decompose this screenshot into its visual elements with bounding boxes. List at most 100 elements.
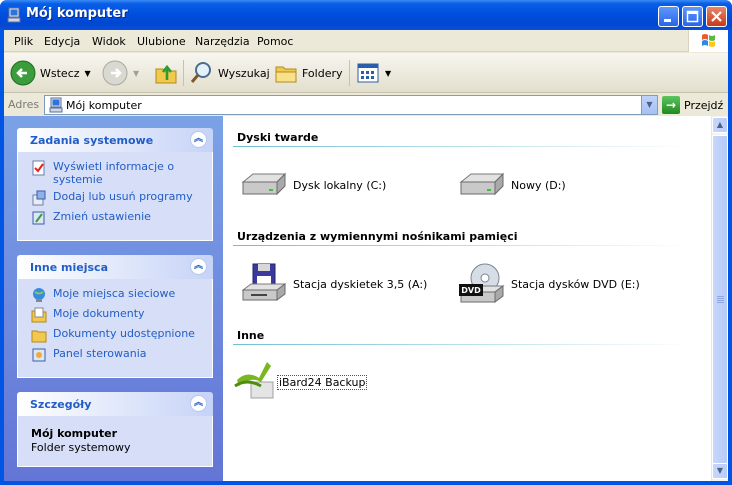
menu-plik[interactable]: Plik xyxy=(14,35,33,48)
my-computer-icon xyxy=(7,7,21,23)
go-label: Przejdź xyxy=(684,98,724,112)
network-places-icon xyxy=(33,288,45,302)
details-name: Mój komputer xyxy=(31,427,117,440)
drive-d-label: Nowy (D:) xyxy=(511,178,566,192)
collapse-icon[interactable]: ︽ xyxy=(190,258,207,275)
back-label: Wstecz xyxy=(40,66,80,80)
windows-flag-icon xyxy=(702,34,715,47)
content-area: Dyski twarde Dysk lokalny (C:) Nowy (D:)… xyxy=(223,116,711,481)
task-add-remove-programs-label: Dodaj lub usuń programy xyxy=(53,190,193,203)
minimize-button[interactable] xyxy=(658,6,679,27)
scroll-up-icon[interactable]: ▲ xyxy=(712,117,728,133)
place-shared-documents-label: Dokumenty udostępnione xyxy=(53,327,195,340)
my-computer-small-icon xyxy=(49,97,63,113)
system-tasks-header[interactable]: Zadania systemowe ︽ xyxy=(17,128,213,152)
other-places-body: Moje miejsca sieciowe Moje dokumenty Dok… xyxy=(17,279,213,378)
folders-icon xyxy=(275,66,297,83)
forward-button[interactable]: ▼ xyxy=(102,58,139,88)
minimize-icon xyxy=(664,19,671,22)
place-network-places-label: Moje miejsca sieciowe xyxy=(53,287,176,300)
details-title: Szczegóły xyxy=(30,398,92,411)
forward-arrow-icon xyxy=(102,60,128,86)
back-button[interactable]: Wstecz ▼ xyxy=(10,58,91,88)
search-button[interactable]: Wyszukaj xyxy=(190,58,270,88)
search-label: Wyszukaj xyxy=(218,66,270,80)
collapse-icon[interactable]: ︽ xyxy=(190,131,207,148)
other-places-header[interactable]: Inne miejsca ︽ xyxy=(17,255,213,279)
collapse-icon[interactable]: ︽ xyxy=(190,395,207,412)
address-dropdown-icon[interactable]: ▼ xyxy=(641,96,657,114)
other-places-title: Inne miejsca xyxy=(30,261,108,274)
go-arrow-icon: → xyxy=(662,96,680,114)
window-title: Mój komputer xyxy=(26,6,128,21)
dvd-drive-icon: DVD xyxy=(459,263,505,303)
windows-logo xyxy=(688,30,728,52)
drive-a-label: Stacja dyskietek 3,5 (A:) xyxy=(293,277,428,291)
drive-d[interactable]: Nowy (D:) xyxy=(457,168,566,202)
place-shared-documents[interactable]: Dokumenty udostępnione xyxy=(31,327,204,343)
details-header[interactable]: Szczegóły ︽ xyxy=(17,392,213,416)
toolbar: Wstecz ▼ ▼ Wyszukaj Foldery ▼ xyxy=(4,53,728,93)
menu-ulubione[interactable]: Ulubione xyxy=(137,35,186,48)
drive-a[interactable]: Stacja dyskietek 3,5 (A:) xyxy=(239,262,427,306)
hard-disk-icon xyxy=(241,172,287,196)
group-divider xyxy=(233,245,693,246)
scroll-down-icon[interactable]: ▼ xyxy=(712,463,728,479)
menu-edycja[interactable]: Edycja xyxy=(44,35,80,48)
title-bar[interactable]: Mój komputer xyxy=(0,0,732,30)
views-dropdown-icon[interactable]: ▼ xyxy=(385,69,391,78)
control-panel-icon xyxy=(32,348,46,362)
folders-button[interactable]: Foldery xyxy=(274,58,343,88)
go-button[interactable]: → Przejdź xyxy=(662,95,723,115)
address-bar: Adres Mój komputer ▼ → Przejdź xyxy=(4,94,728,116)
drive-e[interactable]: DVD Stacja dysków DVD (E:) xyxy=(457,262,640,306)
menu-pomoc[interactable]: Pomoc xyxy=(257,35,293,48)
system-tasks-panel: Zadania systemowe ︽ Wyświetl informacje … xyxy=(17,128,213,241)
place-control-panel-label: Panel sterowania xyxy=(53,347,147,360)
other-places-panel: Inne miejsca ︽ Moje miejsca sieciowe Moj… xyxy=(17,255,213,378)
drive-c[interactable]: Dysk lokalny (C:) xyxy=(239,168,386,202)
menu-widok[interactable]: Widok xyxy=(92,35,126,48)
folders-label: Foldery xyxy=(302,66,343,80)
scroll-thumb[interactable] xyxy=(712,135,728,464)
ibard24-backup-icon xyxy=(234,362,274,399)
close-icon xyxy=(711,11,722,22)
place-control-panel[interactable]: Panel sterowania xyxy=(31,347,204,363)
maximize-button[interactable] xyxy=(682,6,703,27)
back-arrow-icon xyxy=(10,60,36,86)
system-tasks-title: Zadania systemowe xyxy=(30,134,154,147)
menu-narzedzia[interactable]: Narzędzia xyxy=(195,35,250,48)
close-button[interactable] xyxy=(706,6,727,27)
group-divider xyxy=(233,344,693,345)
system-info-icon xyxy=(32,160,45,176)
up-folder-button[interactable] xyxy=(153,58,179,88)
up-folder-icon xyxy=(155,64,177,84)
address-input[interactable]: Mój komputer ▼ xyxy=(44,95,658,115)
toolbar-separator xyxy=(183,60,184,86)
floppy-drive-icon xyxy=(241,263,287,301)
shared-documents-icon xyxy=(31,330,47,343)
vertical-scrollbar[interactable]: ▲ ▼ xyxy=(711,116,728,481)
ibard24-backup[interactable]: iBard24 Backup xyxy=(233,360,368,404)
place-my-documents-label: Moje dokumenty xyxy=(53,307,145,320)
task-add-remove-programs[interactable]: Dodaj lub usuń programy xyxy=(31,190,204,206)
group-other-title: Inne xyxy=(237,329,265,342)
window: Mój komputer Plik Edycja Widok Ulubione … xyxy=(0,0,732,485)
my-documents-icon xyxy=(31,307,47,323)
back-dropdown-icon[interactable]: ▼ xyxy=(85,69,91,78)
place-network-places[interactable]: Moje miejsca sieciowe xyxy=(31,287,204,303)
system-tasks-body: Wyświetl informacje o systemie Dodaj lub… xyxy=(17,152,213,241)
place-my-documents[interactable]: Moje dokumenty xyxy=(31,307,204,323)
toolbar-separator xyxy=(349,60,350,86)
views-button[interactable]: ▼ xyxy=(356,58,391,88)
group-hard-disks-title: Dyski twarde xyxy=(237,131,319,144)
task-system-info-label: Wyświetl informacje o systemie xyxy=(53,160,175,186)
details-panel: Szczegóły ︽ Mój komputer Folder systemow… xyxy=(17,392,213,467)
task-pane: Zadania systemowe ︽ Wyświetl informacje … xyxy=(4,116,223,481)
forward-dropdown-icon[interactable]: ▼ xyxy=(133,69,139,78)
task-system-info[interactable]: Wyświetl informacje o systemie xyxy=(31,160,204,186)
menu-bar: Plik Edycja Widok Ulubione Narzędzia Pom… xyxy=(4,30,728,52)
task-change-setting[interactable]: Zmień ustawienie xyxy=(31,210,204,226)
dvd-badge: DVD xyxy=(461,286,481,295)
drive-c-label: Dysk lokalny (C:) xyxy=(293,178,387,192)
